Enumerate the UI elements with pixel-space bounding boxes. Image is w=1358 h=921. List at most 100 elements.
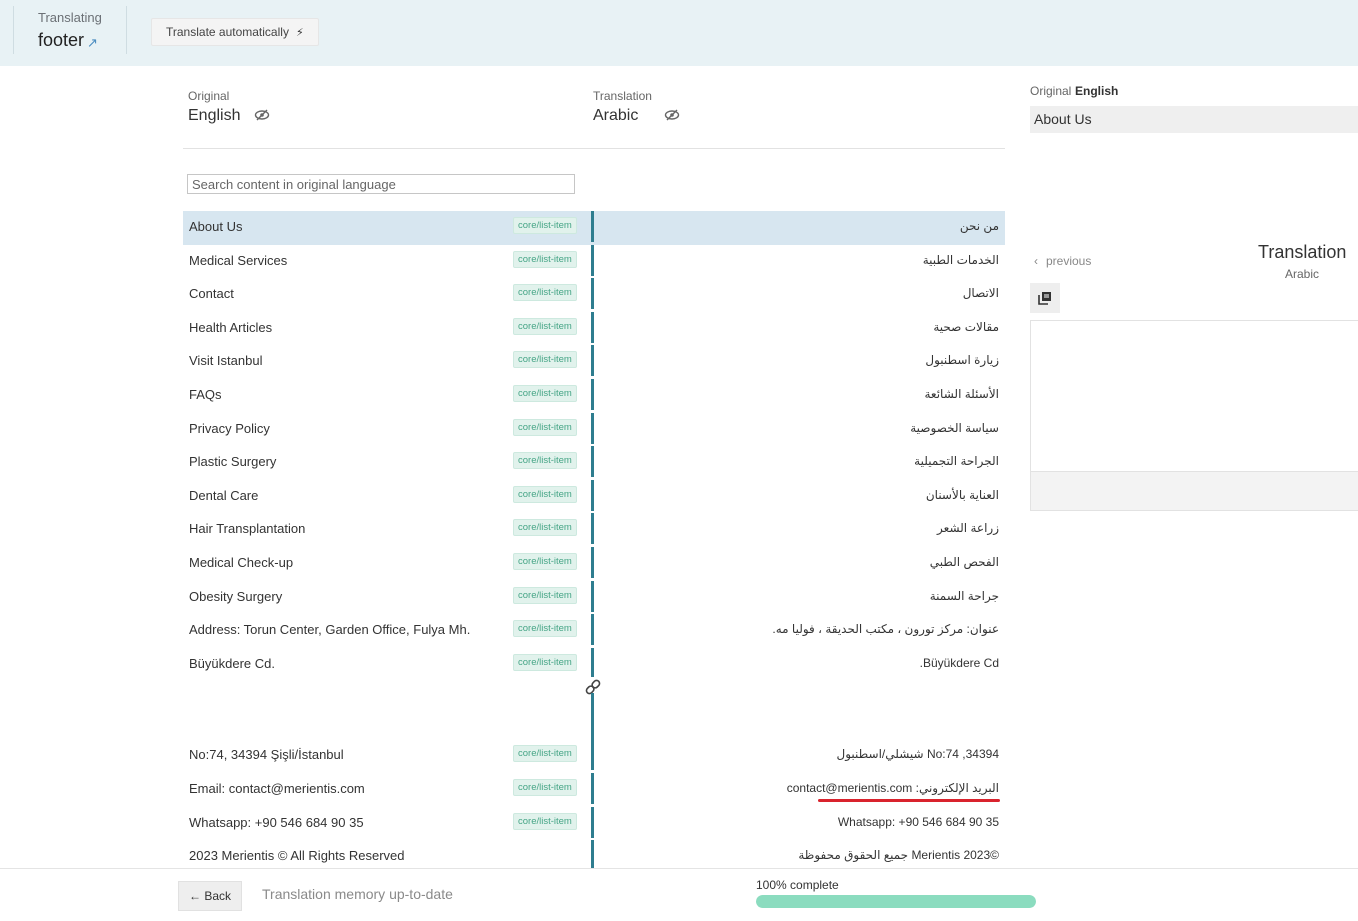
original-text: Health Articles — [189, 319, 273, 335]
segment-divider — [591, 278, 594, 310]
block-type-badge: core/list-item — [513, 217, 577, 234]
segment-divider — [591, 412, 594, 444]
segment-row[interactable]: FAQs core/list-item الأسئلة الشائعة — [183, 378, 1005, 413]
block-type-badge: core/list-item — [513, 351, 577, 369]
translation-language: Arabic — [593, 107, 680, 125]
translation-text: Büyükdere Cd. — [919, 655, 999, 670]
segment-row[interactable]: Obesity Surgery core/list-item جراحة السمن… — [183, 580, 1005, 615]
translation-text: مقالات صحية — [933, 319, 999, 334]
block-type-badge: core/list-item — [513, 745, 577, 763]
segment-row[interactable]: Privacy Policy core/list-item سياسة الخصوص… — [183, 412, 1005, 447]
external-link-icon[interactable]: ↗ — [87, 35, 98, 51]
original-text: Medical Check-up — [189, 554, 294, 570]
translation-language-name: Arabic — [593, 107, 639, 124]
translation-text: الأسئلة الشائعة — [924, 386, 999, 401]
segment-row[interactable]: About Us core/list-item من نحن — [183, 211, 1005, 245]
translation-text: البريد الإلكتروني: contact@merientis.com — [786, 780, 999, 795]
translation-text: زراعة الشعر — [937, 521, 999, 536]
translation-text: عنوان: مركز تورون ، مكتب الحديقة ، فوليا… — [772, 622, 999, 637]
translation-text: Whatsapp: +90 546 684 90 35 — [837, 814, 999, 829]
chevron-left-icon: ‹ — [1034, 254, 1038, 268]
segment-row[interactable]: Medical Check-up core/list-item الفحص الطب… — [183, 546, 1005, 581]
block-type-badge: core/list-item — [513, 384, 577, 402]
original-text: Dental Care — [189, 487, 259, 503]
original-text: Obesity Surgery — [189, 588, 283, 604]
divider — [183, 148, 1005, 149]
segment-row[interactable]: Health Articles core/list-item مقالات صحية — [183, 311, 1005, 346]
previous-label: previous — [1046, 254, 1092, 268]
bottom-bar: ← Back Translation memory up-to-date 100… — [0, 868, 1358, 921]
segment-divider — [591, 311, 594, 343]
top-bar: Translating footer ↗ Translate automatic… — [0, 0, 1358, 66]
translation-text: من نحن — [959, 219, 999, 233]
block-type-badge: core/list-item — [513, 418, 577, 436]
segment-row[interactable]: No:74, 34394 Şişli/İstanbul core/list-ite… — [183, 739, 1005, 773]
original-text: Whatsapp: +90 546 684 90 35 — [189, 814, 364, 830]
block-type-badge: core/list-item — [513, 586, 577, 604]
side-original-label: Original — [1030, 84, 1072, 98]
original-text: Plastic Surgery — [189, 454, 277, 470]
original-text: 2023 Merientis © All Rights Reserved — [189, 848, 405, 864]
block-type-badge: core/list-item — [513, 552, 577, 570]
segment-row[interactable]: Medical Services core/list-item الخدمات ال… — [183, 244, 1005, 279]
translation-text: العناية بالأسنان — [925, 487, 999, 502]
original-text: Privacy Policy — [189, 420, 270, 436]
side-original-language: English — [1075, 84, 1119, 98]
segment-row[interactable]: Büyükdere Cd. core/list-item Büyükdere Cd. — [183, 647, 1005, 682]
segment-divider — [591, 693, 594, 740]
translation-text: الفحص الطبي — [929, 554, 999, 569]
segment-row[interactable]: Dental Care core/list-item العناية بالأسنا… — [183, 479, 1005, 514]
block-type-badge: core/list-item — [513, 778, 577, 796]
translation-editor[interactable] — [1030, 320, 1358, 472]
translation-text: زيارة اسطنبول — [925, 353, 999, 368]
lightning-icon: ⚡ — [295, 26, 304, 39]
segment-divider — [591, 580, 594, 612]
segment-row[interactable]: Visit Istanbul core/list-item زيارة اسطنبو… — [183, 345, 1005, 379]
original-text: About Us — [189, 219, 243, 234]
segment-list: About Us core/list-item من نحن Medical Serv… — [183, 211, 1005, 874]
translation-text: الخدمات الطبية — [922, 252, 999, 267]
divider — [126, 6, 127, 54]
copy-button[interactable] — [1030, 283, 1060, 313]
translation-text: الاتصال — [962, 286, 999, 301]
document-title[interactable]: footer ↗ — [38, 30, 98, 51]
translating-label: Translating — [38, 10, 102, 25]
block-type-badge: core/list-item — [513, 812, 577, 830]
progress-bar — [756, 895, 1036, 908]
progress-fill — [756, 895, 1036, 908]
segment-divider — [591, 739, 594, 771]
block-type-badge: core/list-item — [513, 653, 577, 671]
translate-automatically-label: Translate automatically — [166, 25, 289, 39]
document-name[interactable]: footer — [38, 30, 84, 51]
side-translation-language: Arabic — [1285, 267, 1320, 281]
highlight-underline — [818, 799, 1000, 802]
segment-row[interactable]: Address: Torun Center, Garden Office, Fu… — [183, 614, 1005, 648]
eye-slash-icon[interactable] — [254, 109, 270, 124]
original-language-name: English — [188, 107, 241, 124]
segment-row[interactable]: Plastic Surgery core/list-item الجراحة الت… — [183, 446, 1005, 480]
block-type-badge: core/list-item — [513, 284, 577, 302]
segment-divider — [591, 647, 594, 679]
previous-button[interactable]: ‹ previous — [1034, 254, 1091, 268]
segment-row[interactable]: Hair Transplantation core/list-item زراعة … — [183, 513, 1005, 547]
original-text: Büyükdere Cd. — [189, 655, 275, 671]
translate-automatically-button[interactable]: Translate automatically ⚡ — [151, 18, 319, 46]
segment-divider — [591, 614, 594, 646]
block-type-badge: core/list-item — [513, 250, 577, 268]
original-text: Hair Transplantation — [189, 521, 306, 537]
block-type-badge: core/list-item — [513, 317, 577, 335]
original-text: Medical Services — [189, 252, 288, 268]
eye-slash-icon[interactable] — [664, 109, 680, 124]
side-translation-title: Translation — [1258, 242, 1347, 262]
original-text: Contact — [189, 286, 234, 302]
translation-text: جراحة السمنة — [929, 588, 999, 603]
block-type-badge: core/list-item — [513, 485, 577, 503]
original-text: Email: contact@merientis.com — [189, 780, 365, 796]
copy-icon — [1038, 292, 1051, 305]
segment-row[interactable]: Whatsapp: +90 546 684 90 35 core/list-ite… — [183, 806, 1005, 841]
segment-row[interactable]: Contact core/list-item الاتصال — [183, 278, 1005, 312]
segment-divider — [591, 211, 594, 242]
search-input[interactable] — [187, 174, 575, 194]
back-button[interactable]: ← Back — [178, 881, 243, 911]
translation-text: No:74 ,34394 شيشلي/اسطنبول — [836, 747, 999, 762]
